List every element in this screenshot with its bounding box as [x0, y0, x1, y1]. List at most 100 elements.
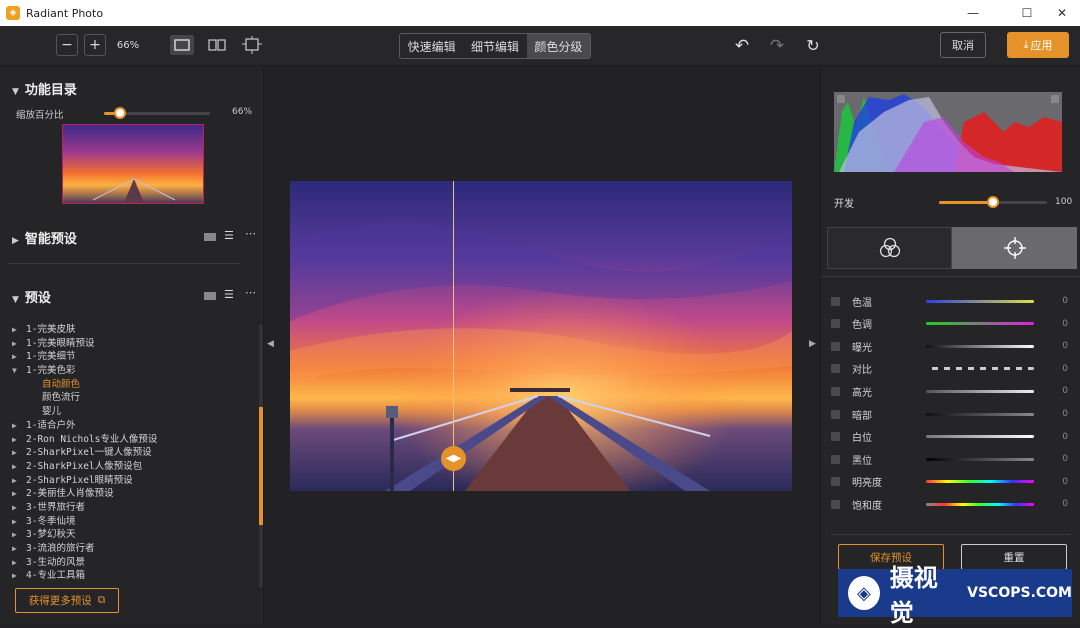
reset-all-button[interactable]: ↻: [802, 35, 824, 55]
adjustment-checkbox[interactable]: [831, 296, 840, 306]
navigator-thumbnail[interactable]: [62, 124, 204, 204]
preset-label: 2-SharkPixel人像预设包: [26, 460, 143, 472]
split-view-button[interactable]: [205, 35, 229, 55]
watermark-text: 摄视觉: [889, 564, 938, 627]
apply-button[interactable]: ⤓ 应用: [1007, 32, 1069, 58]
collapse-left-panel-icon[interactable]: ◀: [267, 339, 274, 349]
preset-folder[interactable]: ▶ 1-完美皮肤: [12, 323, 252, 337]
adjustment-slider[interactable]: [926, 389, 1034, 393]
adjustment-checkbox[interactable]: [831, 499, 840, 509]
preset-folder[interactable]: ▶ 2-Ron Nichols专业人像预设: [12, 433, 252, 447]
cancel-button[interactable]: 取消: [940, 32, 986, 58]
preset-item[interactable]: 颜色流行: [12, 391, 252, 405]
section-divider: [8, 263, 240, 264]
reset-button[interactable]: 重置: [961, 544, 1067, 570]
preset-folder[interactable]: ▶ 2-SharkPixel眼睛预设: [12, 474, 252, 488]
undo-icon: ↶: [734, 36, 750, 56]
adjustment-checkbox[interactable]: [831, 409, 840, 419]
zoom-slider-handle[interactable]: [113, 107, 126, 119]
color-wheels-tab[interactable]: [827, 227, 952, 269]
adjustment-row: 白位 0: [831, 430, 1071, 444]
adjustment-slider[interactable]: [926, 435, 1034, 439]
adjustment-checkbox[interactable]: [831, 341, 840, 351]
more-options-icon[interactable]: ⋯: [245, 227, 256, 240]
preset-folder[interactable]: ▶ 2-美丽佳人肖像预设: [12, 487, 252, 501]
preset-folder[interactable]: ▶ 3-梦幻秋天: [12, 528, 252, 542]
adjustment-value: 0: [1062, 296, 1068, 306]
preset-folder[interactable]: ▶ 3-冬季仙境: [12, 515, 252, 529]
adjustment-value: 0: [1062, 318, 1068, 329]
adjustment-checkbox[interactable]: [831, 477, 840, 487]
preset-folder[interactable]: ▶ 4-专业工具箱: [12, 569, 252, 583]
preset-folder[interactable]: ▶ 3-世界旅行者: [12, 501, 252, 515]
collapsed-arrow-icon: ▶: [12, 352, 17, 362]
preset-folder[interactable]: ▶ 3-生动的风景: [12, 556, 252, 570]
preset-folder[interactable]: ▶ 2-SharkPixel人像预设包: [12, 460, 252, 474]
tab-quick-edit[interactable]: 快速编辑: [400, 34, 463, 58]
adjustment-checkbox[interactable]: [831, 386, 840, 396]
adjustment-slider[interactable]: [926, 299, 1034, 303]
preset-item[interactable]: 婴儿: [12, 405, 252, 419]
preset-scrollbar-thumb[interactable]: [259, 407, 263, 525]
preset-folder[interactable]: ▶ 2-SharkPixel一键人像预设: [12, 446, 252, 460]
adjustment-slider[interactable]: [926, 344, 1034, 348]
adjustment-label: 黑位: [852, 455, 872, 467]
preset-folder[interactable]: ▶ 1-完美细节: [12, 350, 252, 364]
get-more-presets-label: 获得更多预设: [28, 595, 92, 607]
redo-button[interactable]: ↷: [766, 36, 788, 56]
single-view-button[interactable]: [170, 35, 194, 55]
tab-color-grading[interactable]: 颜色分级: [526, 34, 590, 58]
zoom-out-button[interactable]: −: [56, 34, 78, 56]
tab-detail-edit[interactable]: 细节编辑: [463, 34, 526, 58]
close-button[interactable]: ✕: [1044, 0, 1080, 26]
grid-view-icon[interactable]: [204, 233, 216, 241]
adjustment-slider[interactable]: [926, 480, 1034, 484]
smart-preset-section-header[interactable]: ▶ 智能预设: [12, 228, 77, 247]
adjustment-slider[interactable]: [926, 502, 1034, 506]
adjustment-slider[interactable]: [926, 367, 1034, 371]
minimize-button[interactable]: —: [955, 0, 991, 26]
preset-label: 2-SharkPixel一键人像预设: [26, 447, 152, 459]
list-view-icon[interactable]: ☰: [224, 288, 234, 301]
more-options-icon[interactable]: ⋯: [245, 286, 256, 299]
preset-section-header[interactable]: ▼ 预设: [12, 287, 51, 306]
collapsed-arrow-icon: ▶: [12, 420, 17, 430]
crop-view-button[interactable]: [240, 34, 264, 56]
adjustment-slider[interactable]: [926, 457, 1034, 461]
adjustment-checkbox[interactable]: [831, 454, 840, 464]
catalog-section-header[interactable]: ▼ 功能目录: [12, 79, 77, 98]
undo-button[interactable]: ↶: [731, 36, 753, 56]
targeted-adjust-tab[interactable]: [952, 227, 1077, 269]
adjustment-slider[interactable]: [926, 412, 1034, 416]
preset-folder[interactable]: ▶ 3-流浪的旅行者: [12, 542, 252, 556]
maximize-button[interactable]: ☐: [1009, 0, 1045, 26]
collapsed-arrow-icon: ▶: [12, 434, 17, 444]
list-view-icon[interactable]: ☰: [224, 229, 234, 242]
preset-label: 1-完美细节: [26, 351, 76, 363]
download-icon: ⤓: [1023, 38, 1029, 51]
collapse-right-panel-icon[interactable]: ▶: [809, 339, 816, 349]
adjustment-slider[interactable]: [926, 322, 1034, 326]
compare-split-handle[interactable]: ◀▶: [441, 446, 466, 471]
preset-label: 颜色流行: [42, 392, 81, 404]
preset-folder[interactable]: ▶ 1-完美眼睛预设: [12, 337, 252, 351]
zoom-percent-label: 缩放百分比: [16, 110, 64, 121]
adjustment-value: 0: [1062, 409, 1068, 419]
adjustment-row: 暗部 0: [831, 407, 1071, 422]
compare-split-line[interactable]: [453, 181, 454, 491]
left-panel: ▼ 功能目录 缩放百分比 66% ▶ 智能预设 ☰ ⋯ ▼ 预设 ☰ ⋯ ▶ 1…: [0, 67, 264, 624]
develop-slider-handle[interactable]: [987, 196, 999, 208]
preset-item[interactable]: 自动颜色: [12, 378, 252, 392]
get-more-presets-button[interactable]: 获得更多预设 ⧉: [15, 588, 119, 613]
zoom-in-button[interactable]: +: [84, 34, 106, 56]
preset-folder[interactable]: ▶ 1-适合户外: [12, 419, 252, 433]
adjustment-checkbox[interactable]: [831, 319, 840, 329]
preset-folder[interactable]: ▼ 1-完美色彩: [12, 364, 252, 378]
grid-view-icon[interactable]: [204, 292, 216, 300]
preview-image[interactable]: [290, 181, 792, 491]
adjustment-checkbox[interactable]: [831, 432, 840, 442]
watermark-domain: VSCOPS.COM: [967, 585, 1072, 601]
preset-title: 预设: [24, 291, 51, 306]
adjustment-checkbox[interactable]: [831, 364, 840, 374]
adjustment-row: 色温 0: [831, 294, 1071, 309]
